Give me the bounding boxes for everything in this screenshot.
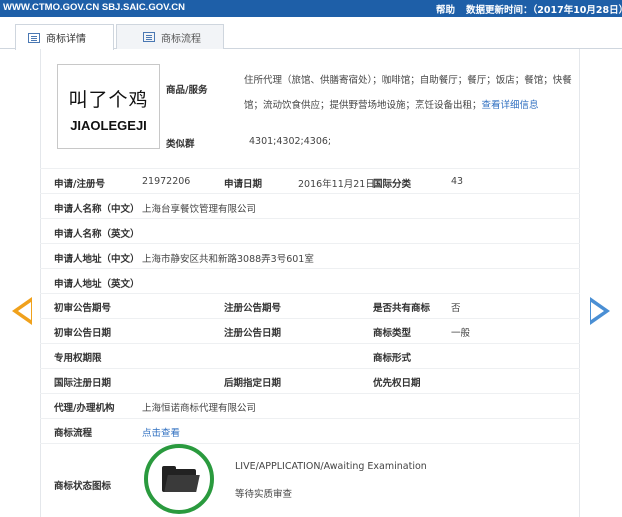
row-divider [40, 193, 580, 194]
application-date-value: 2016年11月21日 [298, 179, 375, 190]
list-icon [143, 32, 155, 42]
trademark-text-en: JIAOLEGEJI [70, 118, 147, 133]
later-designation-date-label: 后期指定日期 [224, 378, 282, 389]
preliminary-issue-label: 初审公告期号 [54, 303, 112, 314]
row-divider [40, 243, 580, 244]
applicant-name-en-label: 申请人名称（英文） [54, 229, 140, 240]
row-divider [40, 268, 580, 269]
data-update-time: 数据更新时间：（2017年10月28日） [466, 5, 622, 16]
document-icon [28, 32, 40, 43]
status-text-en: LIVE/APPLICATION/Awaiting Examination [235, 461, 427, 472]
applicant-address-cn-value: 上海市静安区共和新路3088弄3号601室 [142, 254, 314, 265]
agent-label: 代理/办理机构 [54, 403, 115, 414]
top-bar: WWW.CTMO.GOV.CN SBJ.SAIC.GOV.CN 帮助 数据更新时… [0, 0, 622, 17]
agent-value: 上海恒诺商标代理有限公司 [142, 403, 257, 414]
previous-arrow-icon[interactable] [12, 297, 32, 325]
row-divider [40, 368, 580, 369]
registration-issue-label: 注册公告期号 [224, 303, 282, 314]
trademark-process-label: 商标流程 [54, 428, 93, 439]
tab-label: 商标详情 [46, 34, 86, 45]
mark-type-label: 商标类型 [373, 328, 412, 339]
applicant-address-en-label: 申请人地址（英文） [54, 279, 140, 290]
mark-form-label: 商标形式 [373, 353, 412, 364]
registration-date-label: 注册公告日期 [224, 328, 282, 339]
view-details-link[interactable]: 查看详细信息 [482, 100, 539, 111]
mark-type-value: 一般 [451, 328, 471, 339]
help-link[interactable]: 帮助 [436, 2, 455, 16]
trademark-text-cn: 叫了个鸡 [68, 89, 149, 111]
next-arrow-icon[interactable] [590, 297, 610, 325]
application-date-label: 申请日期 [224, 179, 263, 190]
international-class-label: 国际分类 [373, 179, 412, 190]
trademark-image: 叫了个鸡 JIAOLEGEJI [57, 64, 160, 149]
site-urls[interactable]: WWW.CTMO.GOV.CN SBJ.SAIC.GOV.CN [3, 2, 185, 13]
applicant-name-cn-label: 申请人名称（中文） [54, 204, 140, 215]
shared-mark-value: 否 [451, 303, 461, 314]
row-divider [40, 293, 580, 294]
priority-date-label: 优先权日期 [373, 378, 421, 389]
preliminary-date-label: 初审公告日期 [54, 328, 112, 339]
row-divider [40, 443, 580, 444]
tab-trademark-process[interactable]: 商标流程 [116, 24, 224, 49]
shared-mark-label: 是否共有商标 [373, 303, 431, 314]
registration-number-value: 21972206 [142, 176, 191, 187]
similar-group-value: 4301;4302;4306; [249, 136, 332, 147]
row-divider [40, 393, 580, 394]
status-text-cn: 等待实质审查 [235, 489, 293, 500]
tab-trademark-details[interactable]: 商标详情 [15, 24, 114, 50]
folder-icon [162, 466, 200, 492]
goods-services-label: 商品/服务 [166, 85, 208, 96]
registration-number-label: 申请/注册号 [54, 179, 105, 190]
status-icon [144, 444, 214, 514]
similar-group-label: 类似群 [166, 139, 195, 150]
row-divider [40, 418, 580, 419]
row-divider [40, 168, 580, 169]
goods-services-value: 住所代理（旅馆、供膳寄宿处）；咖啡馆；自助餐厅；餐厅；饭店；餐馆；快餐馆；流动饮… [244, 68, 574, 118]
row-divider [40, 218, 580, 219]
click-to-view-link[interactable]: 点击查看 [142, 425, 180, 439]
row-divider [40, 318, 580, 319]
international-class-value: 43 [451, 176, 464, 187]
tab-label: 商标流程 [161, 33, 201, 45]
exclusive-period-label: 专用权期限 [54, 353, 102, 364]
applicant-address-cn-label: 申请人地址（中文） [54, 254, 140, 265]
applicant-name-cn-value: 上海台享餐饮管理有限公司 [142, 204, 257, 215]
status-icon-label: 商标状态图标 [54, 481, 112, 492]
row-divider [40, 343, 580, 344]
tab-strip: 商标详情 商标流程 [0, 17, 622, 50]
international-reg-date-label: 国际注册日期 [54, 378, 112, 389]
